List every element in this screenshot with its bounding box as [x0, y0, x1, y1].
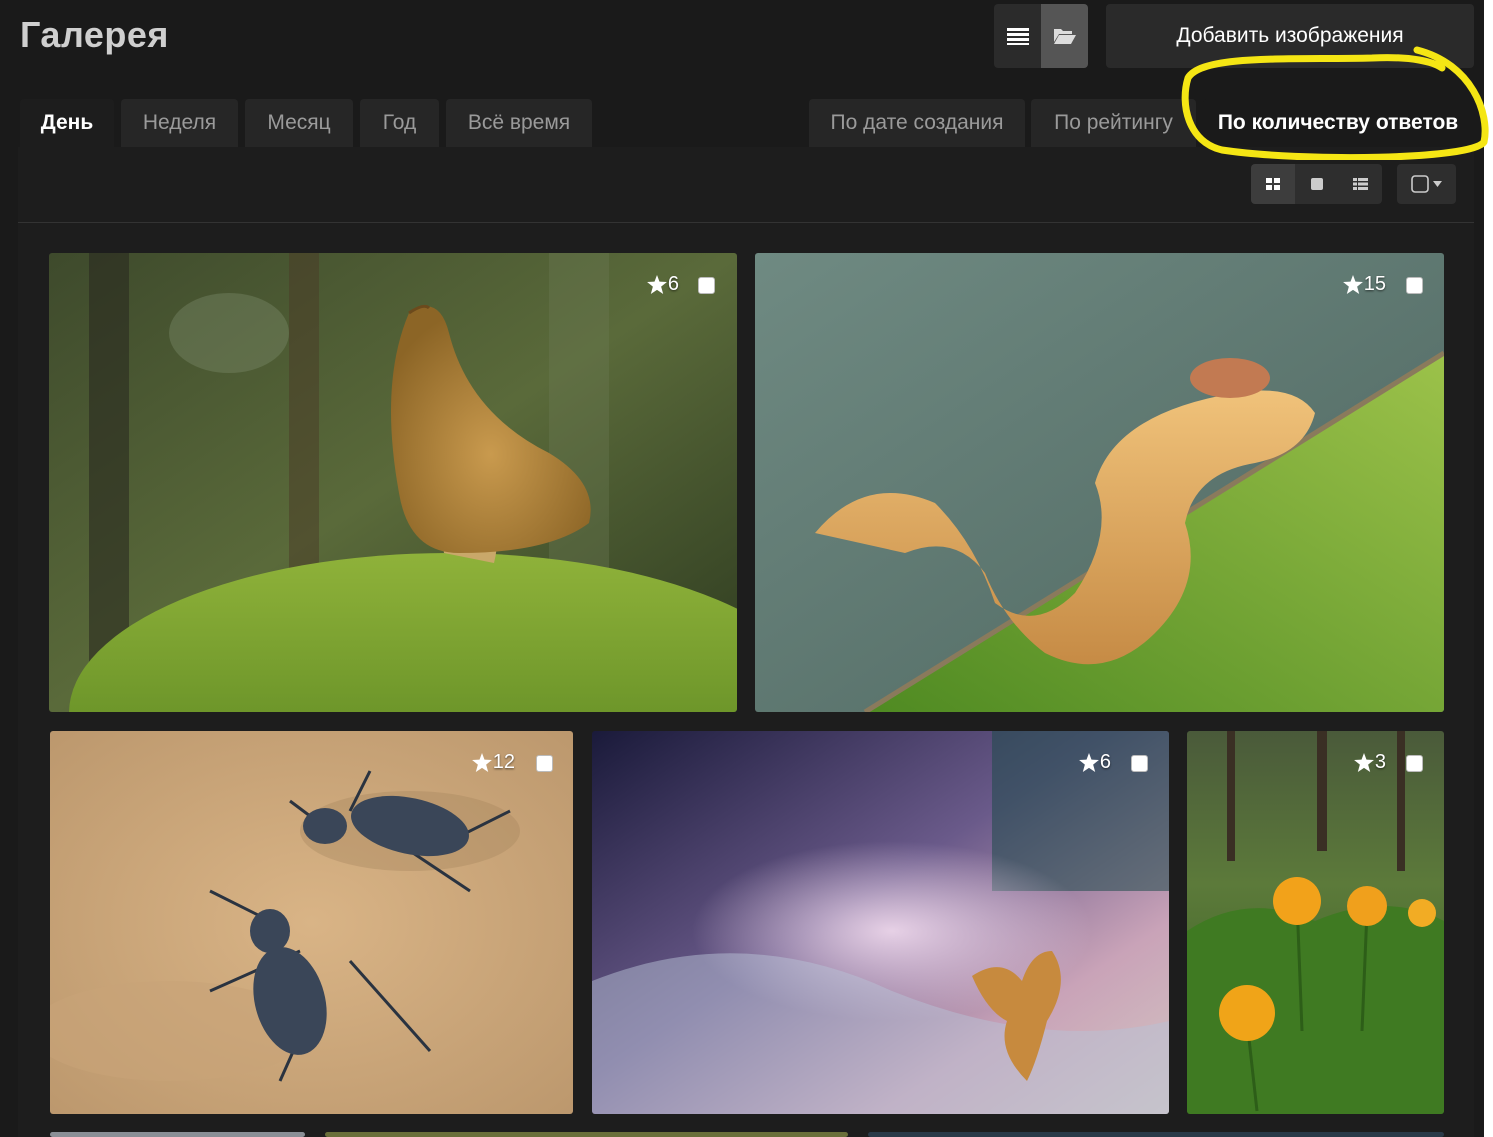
- gallery-photo[interactable]: 15: [755, 253, 1444, 712]
- gallery-photo[interactable]: [325, 1132, 848, 1137]
- star-icon: [1078, 753, 1099, 772]
- list-icon: [1006, 28, 1029, 45]
- gallery-photo[interactable]: 3: [1187, 731, 1444, 1114]
- photo-select-checkbox[interactable]: [698, 277, 715, 294]
- photo-select-checkbox[interactable]: [1131, 755, 1148, 772]
- photo-rating: 6: [1078, 751, 1111, 774]
- add-images-button[interactable]: Добавить изображения: [1106, 4, 1474, 68]
- star-icon: [646, 275, 667, 294]
- photo-select-checkbox[interactable]: [1406, 277, 1423, 294]
- photo-select-checkbox[interactable]: [536, 755, 553, 772]
- list-rows-icon: [1352, 178, 1368, 190]
- layout-single-button[interactable]: [1294, 164, 1339, 204]
- flowers-photo: [1187, 731, 1444, 1114]
- photo-rating-value: 12: [492, 751, 515, 773]
- tab-year[interactable]: Год: [360, 99, 439, 147]
- tab-month[interactable]: Месяц: [245, 99, 353, 147]
- star-icon: [471, 753, 492, 772]
- page-title: Галерея: [20, 14, 169, 55]
- gallery-photo[interactable]: 6: [49, 253, 737, 712]
- gallery-photo[interactable]: [50, 1132, 305, 1137]
- caret-down-icon: [1433, 181, 1442, 187]
- photo-rating-value: 6: [1099, 751, 1111, 773]
- layout-list-button[interactable]: [1338, 164, 1382, 204]
- folder-open-icon: [1053, 29, 1076, 44]
- sort-by-rating[interactable]: По рейтингу: [1031, 99, 1196, 147]
- sort-by-date[interactable]: По дате создания: [809, 99, 1025, 147]
- bokeh-photo: [592, 731, 1169, 1114]
- toolbar-divider: [18, 222, 1474, 223]
- sort-by-replies[interactable]: По количеству ответов: [1203, 99, 1473, 147]
- square-icon: [1310, 178, 1323, 190]
- beetles-photo: [50, 731, 573, 1114]
- photo-rating-value: 3: [1374, 751, 1386, 773]
- star-icon: [1342, 275, 1363, 294]
- list-view-button[interactable]: [994, 4, 1041, 68]
- photo-rating-value: 6: [667, 273, 679, 295]
- checkbox-icon: [1411, 175, 1429, 193]
- photo-rating-value: 15: [1363, 273, 1386, 295]
- window-edge: [1484, 0, 1493, 1137]
- layout-grid-button[interactable]: [1251, 164, 1295, 204]
- star-icon: [1353, 753, 1374, 772]
- tab-week[interactable]: Неделя: [121, 99, 238, 147]
- gallery-photo[interactable]: 12: [50, 731, 573, 1114]
- layout-switcher: [1251, 164, 1382, 204]
- select-dropdown[interactable]: [1397, 164, 1456, 204]
- photo-rating: 15: [1342, 273, 1386, 296]
- mushroom-photo: [49, 253, 737, 712]
- view-toggle: [994, 4, 1088, 68]
- photo-rating: 12: [471, 751, 515, 774]
- gallery-photo[interactable]: [868, 1132, 1444, 1137]
- tab-day[interactable]: День: [20, 99, 114, 147]
- photo-rating: 3: [1353, 751, 1386, 774]
- photo-rating: 6: [646, 273, 679, 296]
- grid-large-icon: [1265, 178, 1280, 190]
- folder-view-button[interactable]: [1041, 4, 1088, 68]
- caterpillar-photo: [755, 253, 1444, 712]
- tab-all-time[interactable]: Всё время: [446, 99, 592, 147]
- gallery-photo[interactable]: 6: [592, 731, 1169, 1114]
- photo-select-checkbox[interactable]: [1406, 755, 1423, 772]
